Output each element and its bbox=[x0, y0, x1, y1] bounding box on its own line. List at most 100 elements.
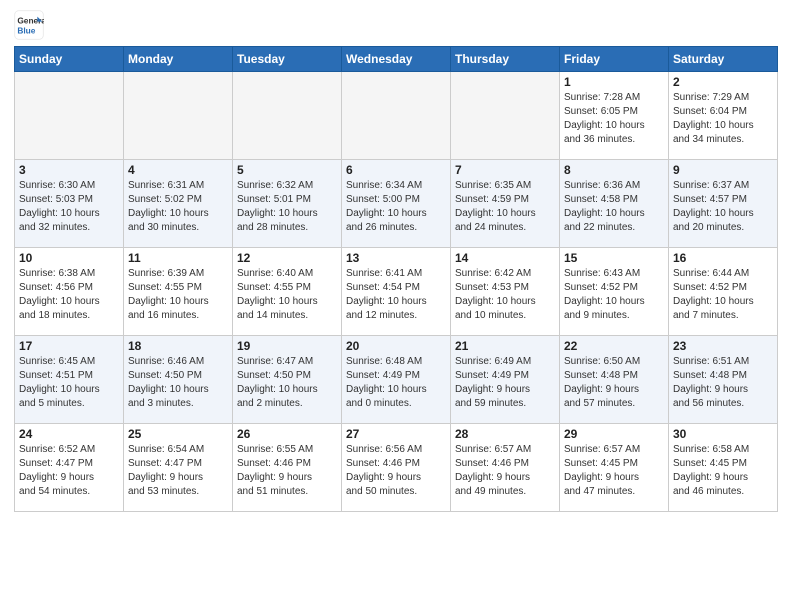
calendar-cell: 16 Sunrise: 6:44 AM Sunset: 4:52 PM Dayli… bbox=[669, 248, 778, 336]
day-info: Sunrise: 6:37 AM Sunset: 4:57 PM Dayligh… bbox=[673, 179, 773, 235]
day-info: Sunrise: 6:56 AM Sunset: 4:46 PM Dayligh… bbox=[346, 443, 446, 499]
day-number: 25 bbox=[128, 427, 228, 441]
calendar-cell: 18 Sunrise: 6:46 AM Sunset: 4:50 PM Dayli… bbox=[124, 336, 233, 424]
day-number: 14 bbox=[455, 251, 555, 265]
day-number: 30 bbox=[673, 427, 773, 441]
day-info: Sunrise: 6:52 AM Sunset: 4:47 PM Dayligh… bbox=[19, 443, 119, 499]
calendar-cell: 12Sunrise: 6:40 AM Sunset: 4:55 PM Dayli… bbox=[233, 248, 342, 336]
calendar-cell: 1Sunrise: 7:28 AM Sunset: 6:05 PM Daylig… bbox=[560, 72, 669, 160]
calendar-cell: 30 Sunrise: 6:58 AM Sunset: 4:45 PM Dayli… bbox=[669, 424, 778, 512]
day-info: Sunrise: 6:54 AM Sunset: 4:47 PM Dayligh… bbox=[128, 443, 228, 499]
day-info: Sunrise: 6:30 AM Sunset: 5:03 PM Dayligh… bbox=[19, 179, 119, 235]
day-number: 13 bbox=[346, 251, 446, 265]
day-number: 2 bbox=[673, 75, 773, 89]
day-number: 7 bbox=[455, 163, 555, 177]
day-info: Sunrise: 6:44 AM Sunset: 4:52 PM Dayligh… bbox=[673, 267, 773, 323]
col-header-sunday: Sunday bbox=[15, 47, 124, 72]
calendar-cell bbox=[15, 72, 124, 160]
header: General Blue bbox=[14, 10, 778, 40]
day-info: Sunrise: 7:28 AM Sunset: 6:05 PM Dayligh… bbox=[564, 91, 664, 147]
calendar-cell: 9Sunrise: 6:37 AM Sunset: 4:57 PM Daylig… bbox=[669, 160, 778, 248]
calendar-table: SundayMondayTuesdayWednesdayThursdayFrid… bbox=[14, 46, 778, 512]
day-info: Sunrise: 6:39 AM Sunset: 4:55 PM Dayligh… bbox=[128, 267, 228, 323]
calendar-cell: 26 Sunrise: 6:55 AM Sunset: 4:46 PM Dayli… bbox=[233, 424, 342, 512]
calendar-cell: 25 Sunrise: 6:54 AM Sunset: 4:47 PM Dayli… bbox=[124, 424, 233, 512]
day-number: 20 bbox=[346, 339, 446, 353]
svg-text:Blue: Blue bbox=[17, 25, 35, 35]
calendar-cell: 21 Sunrise: 6:49 AM Sunset: 4:49 PM Dayli… bbox=[451, 336, 560, 424]
col-header-tuesday: Tuesday bbox=[233, 47, 342, 72]
day-number: 19 bbox=[237, 339, 337, 353]
day-info: Sunrise: 6:48 AM Sunset: 4:49 PM Dayligh… bbox=[346, 355, 446, 411]
day-number: 29 bbox=[564, 427, 664, 441]
logo: General Blue bbox=[14, 10, 44, 40]
day-number: 28 bbox=[455, 427, 555, 441]
calendar-cell: 27 Sunrise: 6:56 AM Sunset: 4:46 PM Dayli… bbox=[342, 424, 451, 512]
day-info: Sunrise: 6:43 AM Sunset: 4:52 PM Dayligh… bbox=[564, 267, 664, 323]
calendar-cell: 14 Sunrise: 6:42 AM Sunset: 4:53 PM Dayli… bbox=[451, 248, 560, 336]
header-row: SundayMondayTuesdayWednesdayThursdayFrid… bbox=[15, 47, 778, 72]
calendar-cell: 20 Sunrise: 6:48 AM Sunset: 4:49 PM Dayli… bbox=[342, 336, 451, 424]
day-number: 27 bbox=[346, 427, 446, 441]
day-number: 22 bbox=[564, 339, 664, 353]
page: General Blue SundayMondayTuesdayWednesda… bbox=[0, 0, 792, 526]
day-info: Sunrise: 6:47 AM Sunset: 4:50 PM Dayligh… bbox=[237, 355, 337, 411]
day-info: Sunrise: 6:35 AM Sunset: 4:59 PM Dayligh… bbox=[455, 179, 555, 235]
calendar-cell: 15 Sunrise: 6:43 AM Sunset: 4:52 PM Dayli… bbox=[560, 248, 669, 336]
day-info: Sunrise: 7:29 AM Sunset: 6:04 PM Dayligh… bbox=[673, 91, 773, 147]
calendar-cell: 24 Sunrise: 6:52 AM Sunset: 4:47 PM Dayli… bbox=[15, 424, 124, 512]
day-number: 16 bbox=[673, 251, 773, 265]
calendar-cell bbox=[124, 72, 233, 160]
calendar-cell: 5 Sunrise: 6:32 AM Sunset: 5:01 PM Daylig… bbox=[233, 160, 342, 248]
day-info: Sunrise: 6:58 AM Sunset: 4:45 PM Dayligh… bbox=[673, 443, 773, 499]
day-number: 5 bbox=[237, 163, 337, 177]
week-row-3: 10Sunrise: 6:38 AM Sunset: 4:56 PM Dayli… bbox=[15, 248, 778, 336]
day-info: Sunrise: 6:49 AM Sunset: 4:49 PM Dayligh… bbox=[455, 355, 555, 411]
calendar-cell: 3 Sunrise: 6:30 AM Sunset: 5:03 PM Daylig… bbox=[15, 160, 124, 248]
day-number: 26 bbox=[237, 427, 337, 441]
day-number: 11 bbox=[128, 251, 228, 265]
day-number: 23 bbox=[673, 339, 773, 353]
calendar-cell bbox=[451, 72, 560, 160]
col-header-friday: Friday bbox=[560, 47, 669, 72]
day-info: Sunrise: 6:41 AM Sunset: 4:54 PM Dayligh… bbox=[346, 267, 446, 323]
calendar-cell: 7 Sunrise: 6:35 AM Sunset: 4:59 PM Daylig… bbox=[451, 160, 560, 248]
day-number: 12 bbox=[237, 251, 337, 265]
day-number: 18 bbox=[128, 339, 228, 353]
day-info: Sunrise: 6:45 AM Sunset: 4:51 PM Dayligh… bbox=[19, 355, 119, 411]
day-number: 6 bbox=[346, 163, 446, 177]
day-number: 8 bbox=[564, 163, 664, 177]
calendar-cell: 29 Sunrise: 6:57 AM Sunset: 4:45 PM Dayli… bbox=[560, 424, 669, 512]
calendar-cell: 2 Sunrise: 7:29 AM Sunset: 6:04 PM Daylig… bbox=[669, 72, 778, 160]
day-info: Sunrise: 6:57 AM Sunset: 4:45 PM Dayligh… bbox=[564, 443, 664, 499]
week-row-5: 24 Sunrise: 6:52 AM Sunset: 4:47 PM Dayli… bbox=[15, 424, 778, 512]
col-header-saturday: Saturday bbox=[669, 47, 778, 72]
day-info: Sunrise: 6:46 AM Sunset: 4:50 PM Dayligh… bbox=[128, 355, 228, 411]
day-number: 10 bbox=[19, 251, 119, 265]
day-number: 21 bbox=[455, 339, 555, 353]
week-row-4: 17Sunrise: 6:45 AM Sunset: 4:51 PM Dayli… bbox=[15, 336, 778, 424]
calendar-cell: 6Sunrise: 6:34 AM Sunset: 5:00 PM Daylig… bbox=[342, 160, 451, 248]
calendar-cell: 23Sunrise: 6:51 AM Sunset: 4:48 PM Dayli… bbox=[669, 336, 778, 424]
day-info: Sunrise: 6:31 AM Sunset: 5:02 PM Dayligh… bbox=[128, 179, 228, 235]
logo-icon: General Blue bbox=[14, 10, 44, 40]
day-info: Sunrise: 6:32 AM Sunset: 5:01 PM Dayligh… bbox=[237, 179, 337, 235]
col-header-monday: Monday bbox=[124, 47, 233, 72]
col-header-thursday: Thursday bbox=[451, 47, 560, 72]
calendar-cell: 11 Sunrise: 6:39 AM Sunset: 4:55 PM Dayli… bbox=[124, 248, 233, 336]
calendar-cell bbox=[233, 72, 342, 160]
calendar-cell bbox=[342, 72, 451, 160]
day-info: Sunrise: 6:36 AM Sunset: 4:58 PM Dayligh… bbox=[564, 179, 664, 235]
day-number: 4 bbox=[128, 163, 228, 177]
day-info: Sunrise: 6:57 AM Sunset: 4:46 PM Dayligh… bbox=[455, 443, 555, 499]
day-number: 24 bbox=[19, 427, 119, 441]
day-info: Sunrise: 6:55 AM Sunset: 4:46 PM Dayligh… bbox=[237, 443, 337, 499]
day-info: Sunrise: 6:42 AM Sunset: 4:53 PM Dayligh… bbox=[455, 267, 555, 323]
col-header-wednesday: Wednesday bbox=[342, 47, 451, 72]
calendar-cell: 4 Sunrise: 6:31 AM Sunset: 5:02 PM Daylig… bbox=[124, 160, 233, 248]
calendar-cell: 28 Sunrise: 6:57 AM Sunset: 4:46 PM Dayli… bbox=[451, 424, 560, 512]
calendar-cell: 19 Sunrise: 6:47 AM Sunset: 4:50 PM Dayli… bbox=[233, 336, 342, 424]
calendar-cell: 8 Sunrise: 6:36 AM Sunset: 4:58 PM Daylig… bbox=[560, 160, 669, 248]
day-number: 15 bbox=[564, 251, 664, 265]
day-number: 3 bbox=[19, 163, 119, 177]
